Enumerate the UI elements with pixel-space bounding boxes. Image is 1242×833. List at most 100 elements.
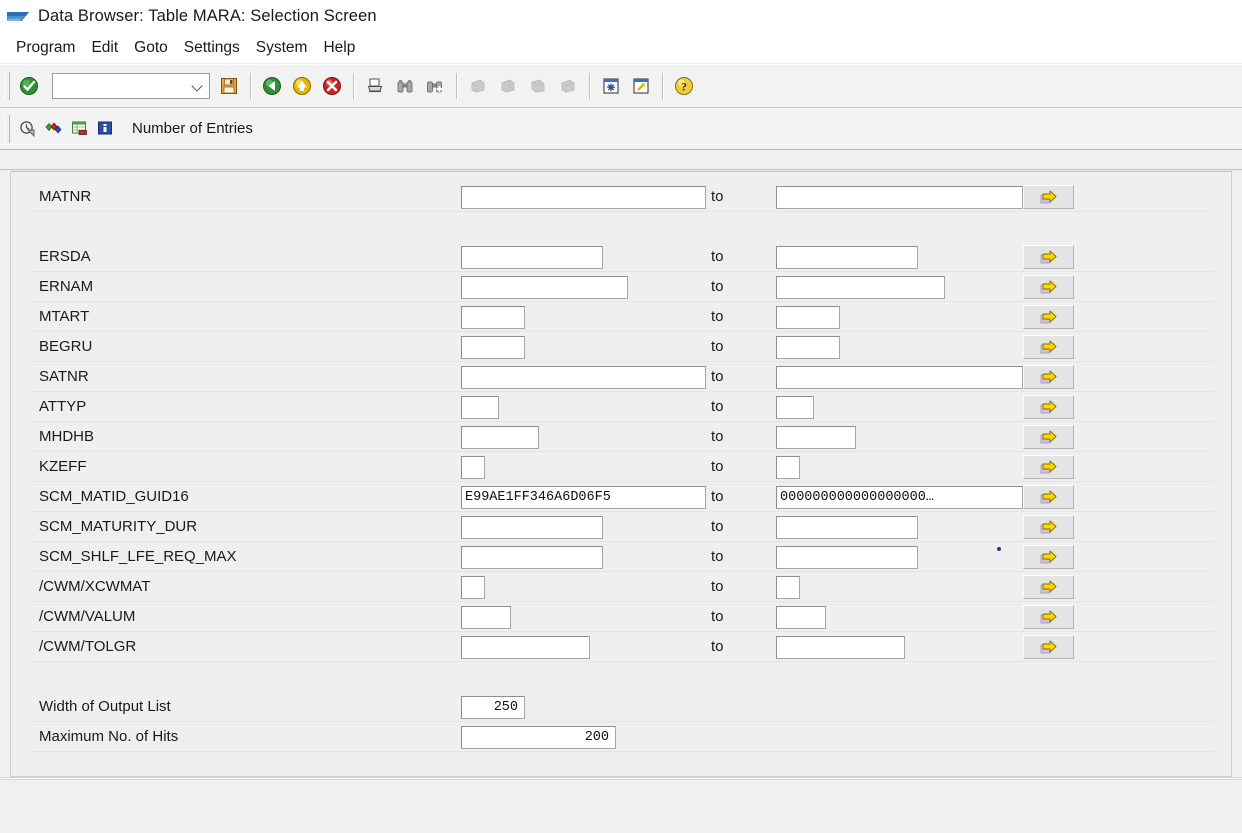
next-page-button[interactable] bbox=[523, 72, 553, 100]
field-matnr-low-input[interactable] bbox=[461, 186, 706, 209]
matnr-multiple-selection-button[interactable] bbox=[1023, 185, 1074, 209]
scm-matid-guid16-multiple-selection-button[interactable] bbox=[1023, 485, 1074, 509]
info-button[interactable] bbox=[92, 116, 118, 142]
to-label: to bbox=[711, 488, 724, 505]
multiple-selection-button[interactable] bbox=[66, 116, 92, 142]
option-width-of-output-list-input[interactable] bbox=[461, 696, 525, 719]
mtart-multiple-selection-button[interactable] bbox=[1023, 305, 1074, 329]
find-button[interactable] bbox=[390, 72, 420, 100]
cancel-button[interactable] bbox=[317, 72, 347, 100]
back-button[interactable] bbox=[257, 72, 287, 100]
green-check-icon bbox=[19, 76, 39, 96]
menu-help[interactable]: Help bbox=[315, 37, 363, 59]
last-page-button[interactable] bbox=[553, 72, 583, 100]
field-matnr-high-input[interactable] bbox=[776, 186, 1023, 209]
field-satnr-low-input[interactable] bbox=[461, 366, 706, 389]
to-label: to bbox=[711, 548, 724, 565]
toolbar-grip[interactable] bbox=[4, 72, 10, 100]
field-scm-matid-guid16-low-input[interactable] bbox=[461, 486, 706, 509]
selection-row-kzeff: KZEFF to bbox=[11, 452, 1231, 482]
field-label-scm-shlf-lfe-req-max: SCM_SHLF_LFE_REQ_MAX bbox=[39, 548, 237, 565]
scm-maturity-dur-multiple-selection-button[interactable] bbox=[1023, 515, 1074, 539]
menu-system[interactable]: System bbox=[248, 37, 316, 59]
check-button[interactable] bbox=[40, 116, 66, 142]
first-page-button[interactable] bbox=[463, 72, 493, 100]
selection-row-ersda: ERSDA to bbox=[11, 242, 1231, 272]
option-maximum-no-of-hits-input[interactable] bbox=[461, 726, 616, 749]
previous-page-button[interactable] bbox=[493, 72, 523, 100]
ernam-multiple-selection-button[interactable] bbox=[1023, 275, 1074, 299]
apptoolbar-grip[interactable] bbox=[4, 114, 10, 143]
printer-icon bbox=[366, 77, 384, 95]
green-back-arrow-icon bbox=[262, 76, 282, 96]
scm-shlf-lfe-req-max-multiple-selection-button[interactable] bbox=[1023, 545, 1074, 569]
field-cwm-xcwmat-low-input[interactable] bbox=[461, 576, 485, 599]
satnr-multiple-selection-button[interactable] bbox=[1023, 365, 1074, 389]
field-label-ernam: ERNAM bbox=[39, 278, 94, 295]
menu-goto[interactable]: Goto bbox=[126, 37, 176, 59]
clock-execute-icon bbox=[19, 120, 36, 137]
print-button[interactable] bbox=[360, 72, 390, 100]
field-cwm-valum-low-input[interactable] bbox=[461, 606, 511, 629]
field-scm-shlf-lfe-req-max-low-input[interactable] bbox=[461, 546, 603, 569]
to-label: to bbox=[711, 248, 724, 265]
save-button[interactable] bbox=[214, 72, 244, 100]
cwm-tolgr-multiple-selection-button[interactable] bbox=[1023, 635, 1074, 659]
exit-button[interactable] bbox=[287, 72, 317, 100]
yellow-right-arrow-icon bbox=[1040, 400, 1057, 415]
field-ersda-low-input[interactable] bbox=[461, 246, 603, 269]
create-shortcut-button[interactable] bbox=[626, 72, 656, 100]
create-session-button[interactable] bbox=[596, 72, 626, 100]
selection-row-cwm-valum: /CWM/VALUM to bbox=[11, 602, 1231, 632]
field-mhdhb-low-input[interactable] bbox=[461, 426, 539, 449]
field-ernam-high-input[interactable] bbox=[776, 276, 945, 299]
field-ersda-high-input[interactable] bbox=[776, 246, 918, 269]
yellow-right-arrow-icon bbox=[1040, 430, 1057, 445]
field-scm-maturity-dur-low-input[interactable] bbox=[461, 516, 603, 539]
to-label: to bbox=[711, 278, 724, 295]
field-mhdhb-high-input[interactable] bbox=[776, 426, 856, 449]
field-begru-low-input[interactable] bbox=[461, 336, 525, 359]
field-cwm-valum-high-input[interactable] bbox=[776, 606, 826, 629]
cwm-valum-multiple-selection-button[interactable] bbox=[1023, 605, 1074, 629]
field-mtart-high-input[interactable] bbox=[776, 306, 840, 329]
cwm-xcwmat-multiple-selection-button[interactable] bbox=[1023, 575, 1074, 599]
previous-page-icon bbox=[499, 77, 517, 95]
menu-settings[interactable]: Settings bbox=[176, 37, 248, 59]
field-cwm-tolgr-high-input[interactable] bbox=[776, 636, 905, 659]
field-kzeff-high-input[interactable] bbox=[776, 456, 800, 479]
field-scm-matid-guid16-high-input[interactable] bbox=[776, 486, 1023, 509]
kzeff-multiple-selection-button[interactable] bbox=[1023, 455, 1074, 479]
menu-edit[interactable]: Edit bbox=[83, 37, 126, 59]
field-scm-maturity-dur-high-input[interactable] bbox=[776, 516, 918, 539]
execute-button[interactable] bbox=[14, 116, 40, 142]
yellow-right-arrow-icon bbox=[1040, 640, 1057, 655]
ersda-multiple-selection-button[interactable] bbox=[1023, 245, 1074, 269]
field-satnr-high-input[interactable] bbox=[776, 366, 1023, 389]
field-scm-shlf-lfe-req-max-high-input[interactable] bbox=[776, 546, 918, 569]
enter-button[interactable] bbox=[14, 72, 44, 100]
command-field[interactable] bbox=[52, 73, 210, 99]
attyp-multiple-selection-button[interactable] bbox=[1023, 395, 1074, 419]
field-mtart-low-input[interactable] bbox=[461, 306, 525, 329]
field-cwm-tolgr-low-input[interactable] bbox=[461, 636, 590, 659]
field-kzeff-low-input[interactable] bbox=[461, 456, 485, 479]
field-attyp-low-input[interactable] bbox=[461, 396, 499, 419]
mhdhb-multiple-selection-button[interactable] bbox=[1023, 425, 1074, 449]
menu-program[interactable]: Program bbox=[8, 37, 83, 59]
to-label: to bbox=[711, 578, 724, 595]
to-label: to bbox=[711, 308, 724, 325]
to-label: to bbox=[711, 638, 724, 655]
sap-gui-window: Data Browser: Table MARA: Selection Scre… bbox=[0, 0, 1242, 833]
find-next-button[interactable] bbox=[420, 72, 450, 100]
help-button[interactable]: ? bbox=[669, 72, 699, 100]
field-attyp-high-input[interactable] bbox=[776, 396, 814, 419]
field-cwm-xcwmat-high-input[interactable] bbox=[776, 576, 800, 599]
field-begru-high-input[interactable] bbox=[776, 336, 840, 359]
option-row-maximum-no-of-hits: Maximum No. of Hits bbox=[11, 722, 1231, 752]
toolbar-separator bbox=[662, 73, 663, 99]
field-ernam-low-input[interactable] bbox=[461, 276, 628, 299]
option-label-width-of-output-list: Width of Output List bbox=[39, 698, 171, 715]
field-label-ersda: ERSDA bbox=[39, 248, 91, 265]
begru-multiple-selection-button[interactable] bbox=[1023, 335, 1074, 359]
